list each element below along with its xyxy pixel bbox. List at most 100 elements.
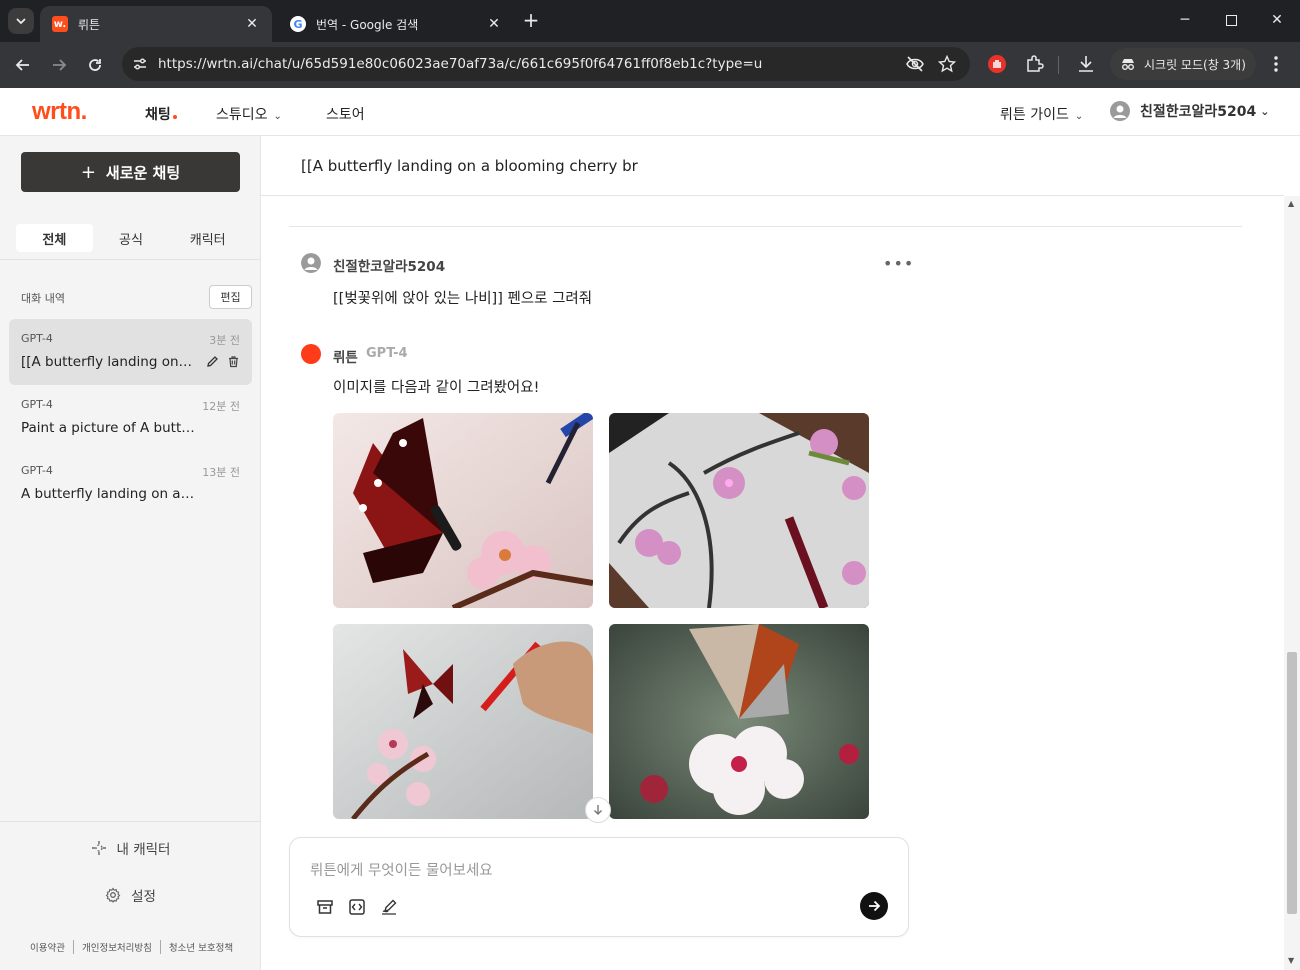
tab-character[interactable]: 캐릭터 — [169, 224, 246, 252]
close-icon[interactable]: ✕ — [244, 16, 260, 32]
chat-scrollbar[interactable]: ▲ ▼ — [1284, 196, 1300, 970]
code-icon[interactable] — [348, 898, 366, 916]
generated-image[interactable] — [333, 413, 593, 608]
settings-link[interactable]: 설정 — [0, 885, 261, 905]
app-header: wrtn. 채팅 스튜디오 ⌄ 스토어 뤼튼 가이드 ⌄ 친절한코알라5204 ⌄ — [0, 88, 1300, 136]
browser-menu-icon[interactable] — [1270, 54, 1282, 74]
eye-off-icon[interactable] — [906, 55, 924, 73]
generated-image[interactable] — [609, 624, 869, 819]
privacy-link[interactable]: 개인정보처리방침 — [72, 940, 160, 954]
arrow-left-icon — [15, 59, 29, 71]
nav-store[interactable]: 스토어 — [326, 104, 365, 124]
history-title: [[A butterfly landing on a ... — [21, 354, 196, 370]
wrtn-logo[interactable]: wrtn. — [32, 98, 87, 126]
nav-studio-label: 스튜디오 — [216, 107, 268, 123]
close-window-button[interactable]: ✕ — [1254, 0, 1300, 40]
history-title: A butterfly landing on a b... — [21, 486, 196, 502]
close-icon[interactable]: ✕ — [486, 16, 502, 32]
extension-hand-icon[interactable] — [987, 54, 1007, 74]
site-settings-icon[interactable] — [132, 56, 148, 72]
draw-icon[interactable] — [380, 898, 398, 916]
archive-icon[interactable] — [316, 898, 334, 916]
incognito-badge[interactable]: 시크릿 모드(창 3개) — [1110, 48, 1256, 80]
user-menu[interactable]: 친절한코알라5204 ⌄ — [1110, 101, 1269, 121]
incognito-label: 시크릿 모드(창 3개) — [1144, 57, 1246, 72]
extensions-icon[interactable] — [1024, 54, 1044, 74]
tab-search-button[interactable] — [8, 8, 34, 34]
toolbar-divider — [1058, 56, 1059, 74]
maximize-button[interactable] — [1208, 0, 1254, 40]
history-title: Paint a picture of A butte... — [21, 420, 196, 436]
address-bar[interactable]: https://wrtn.ai/chat/u/65d591e80c06023ae… — [122, 47, 970, 81]
generated-image[interactable] — [333, 624, 593, 819]
bot-model-badge: GPT-4 — [366, 346, 408, 361]
history-time: 12분 전 — [202, 400, 240, 413]
wrtn-app: wrtn. 채팅 스튜디오 ⌄ 스토어 뤼튼 가이드 ⌄ 친절한코알라5204 ⌄ … — [0, 88, 1300, 970]
history-item[interactable]: GPT-4 13분 전 A butterfly landing on a b..… — [9, 451, 252, 517]
scroll-down-arrow-icon[interactable]: ▼ — [1288, 956, 1294, 965]
divider — [0, 259, 261, 260]
tab-official[interactable]: 공식 — [93, 224, 170, 252]
my-character-link[interactable]: 내 캐릭터 — [0, 838, 261, 858]
minimize-button[interactable]: ─ — [1162, 0, 1208, 40]
butterfly-cherry-blossom-image — [333, 413, 593, 608]
history-time: 13분 전 — [202, 466, 240, 479]
back-button[interactable] — [8, 50, 38, 80]
arrow-down-icon — [594, 805, 602, 815]
nav-studio[interactable]: 스튜디오 ⌄ — [216, 104, 282, 124]
history-model: GPT-4 — [21, 464, 53, 477]
send-button[interactable] — [860, 892, 888, 920]
tab-google[interactable]: G 번역 - Google 검색 ✕ — [278, 6, 514, 42]
chevron-down-icon: ⌄ — [1260, 104, 1270, 118]
incognito-icon — [1122, 59, 1134, 70]
pencil-icon[interactable] — [206, 355, 219, 368]
new-chat-button[interactable]: + 새로운 채팅 — [21, 152, 240, 192]
arrow-right-icon — [53, 59, 67, 71]
scrollbar-thumb[interactable] — [1287, 652, 1297, 914]
divider — [289, 226, 1242, 227]
ink-cherry-blossom-image — [609, 413, 869, 608]
scroll-to-bottom-button[interactable] — [585, 797, 611, 823]
chat-filter-tabs: 전체 공식 캐릭터 — [16, 224, 246, 252]
history-model: GPT-4 — [21, 332, 53, 345]
nav-guide[interactable]: 뤼튼 가이드 ⌄ — [1000, 104, 1083, 124]
my-character-label: 내 캐릭터 — [116, 842, 171, 858]
user-name: 친절한코알라5204 — [1140, 104, 1257, 120]
tab-title: 뤼튼 — [78, 17, 101, 32]
message-composer[interactable]: 뤼튼에게 무엇이든 물어보세요 — [289, 837, 909, 937]
history-item[interactable]: GPT-4 3분 전 [[A butterfly landing on a ..… — [9, 319, 252, 385]
tab-all[interactable]: 전체 — [16, 224, 93, 252]
active-dot — [172, 115, 177, 119]
terms-link[interactable]: 이용약관 — [30, 940, 73, 954]
more-options-icon[interactable]: ••• — [883, 254, 914, 273]
generated-image[interactable] — [609, 413, 869, 608]
history-item[interactable]: GPT-4 12분 전 Paint a picture of A butte..… — [9, 385, 252, 451]
trash-icon[interactable] — [227, 355, 240, 368]
chevron-down-icon: ⌄ — [1074, 111, 1084, 122]
history-actions — [206, 355, 240, 368]
youth-policy-link[interactable]: 청소년 보호정책 — [159, 940, 241, 954]
user-avatar-icon — [301, 253, 321, 273]
tab-title: 번역 - Google 검색 — [316, 17, 419, 32]
nav-guide-label: 뤼튼 가이드 — [1000, 107, 1069, 123]
history-label: 대화 내역 — [21, 292, 65, 305]
browser-toolbar: https://wrtn.ai/chat/u/65d591e80c06023ae… — [0, 42, 1300, 88]
reload-button[interactable] — [80, 50, 110, 80]
sidebar: + 새로운 채팅 전체 공식 캐릭터 대화 내역 편집 GPT-4 3분 전 [… — [0, 136, 261, 970]
new-tab-button[interactable]: + — [520, 10, 542, 32]
history-time: 3분 전 — [209, 334, 240, 347]
message-input[interactable]: 뤼튼에게 무엇이든 물어보세요 — [310, 859, 493, 880]
scroll-up-arrow-icon[interactable]: ▲ — [1288, 199, 1294, 208]
chat-title: [[A butterfly landing on a blooming cher… — [301, 157, 638, 175]
tab-wrtn[interactable]: w. 뤼튼 ✕ — [40, 6, 272, 42]
star-icon[interactable] — [938, 55, 956, 73]
nav-chat[interactable]: 채팅 — [145, 104, 177, 124]
url-text[interactable]: https://wrtn.ai/chat/u/65d591e80c06023ae… — [158, 56, 762, 72]
hand-drawing-butterfly-image — [333, 624, 593, 819]
settings-label: 설정 — [131, 889, 156, 905]
nav-chat-label: 채팅 — [145, 107, 171, 123]
download-icon[interactable] — [1076, 54, 1096, 74]
wrtn-favicon-icon: w. — [52, 16, 68, 32]
edit-history-button[interactable]: 편집 — [209, 285, 252, 309]
forward-button[interactable] — [44, 50, 74, 80]
